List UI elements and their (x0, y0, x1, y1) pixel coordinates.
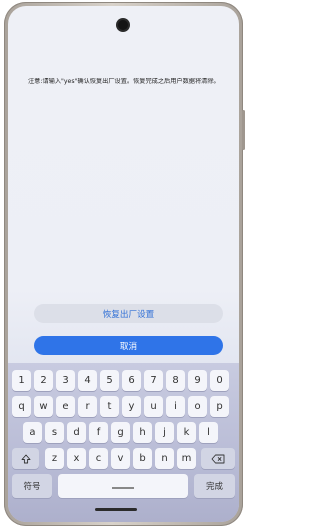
front-camera (118, 20, 128, 30)
done-key[interactable]: 完成 (194, 474, 235, 498)
shift-key[interactable] (12, 448, 39, 469)
qwerty-row: q w e r t y u i o p (8, 396, 239, 417)
key-n[interactable]: n (155, 448, 174, 469)
key-h[interactable]: h (133, 422, 152, 443)
phone-frame: 注意:请输入"yes"确认恢复出厂设置。恢复完成之后用户数据将清除。 恢复出厂设… (4, 2, 245, 526)
symbols-key[interactable]: 符号 (12, 474, 52, 498)
backspace-key[interactable] (201, 448, 235, 469)
key-k[interactable]: k (177, 422, 196, 443)
key-r[interactable]: r (78, 396, 97, 417)
reset-notice: 注意:请输入"yes"确认恢复出厂设置。恢复完成之后用户数据将清除。 (28, 78, 220, 85)
key-s[interactable]: s (45, 422, 64, 443)
key-6[interactable]: 6 (122, 370, 141, 391)
key-e[interactable]: e (56, 396, 75, 417)
key-w[interactable]: w (34, 396, 53, 417)
factory-reset-button[interactable]: 恢复出厂设置 (34, 304, 223, 323)
shift-icon (21, 454, 31, 464)
power-button (242, 110, 245, 150)
key-9[interactable]: 9 (188, 370, 207, 391)
key-p[interactable]: p (210, 396, 229, 417)
key-o[interactable]: o (188, 396, 207, 417)
key-v[interactable]: v (111, 448, 130, 469)
cancel-button[interactable]: 取消 (34, 336, 223, 355)
key-u[interactable]: u (144, 396, 163, 417)
key-2[interactable]: 2 (34, 370, 53, 391)
key-x[interactable]: x (67, 448, 86, 469)
key-5[interactable]: 5 (100, 370, 119, 391)
home-indicator[interactable] (95, 508, 137, 511)
key-1[interactable]: 1 (12, 370, 31, 391)
key-t[interactable]: t (100, 396, 119, 417)
bottom-row: 符号 完成 (8, 474, 239, 498)
key-y[interactable]: y (122, 396, 141, 417)
asdf-row: a s d f g h j k l (8, 422, 239, 443)
zxcv-row: z x c v b n m (8, 448, 239, 469)
key-q[interactable]: q (12, 396, 31, 417)
key-l[interactable]: l (199, 422, 218, 443)
key-c[interactable]: c (89, 448, 108, 469)
key-g[interactable]: g (111, 422, 130, 443)
number-row: 1 2 3 4 5 6 7 8 9 0 (8, 370, 239, 391)
key-i[interactable]: i (166, 396, 185, 417)
key-z[interactable]: z (45, 448, 64, 469)
key-8[interactable]: 8 (166, 370, 185, 391)
screen: 注意:请输入"yes"确认恢复出厂设置。恢复完成之后用户数据将清除。 恢复出厂设… (8, 6, 239, 522)
key-a[interactable]: a (23, 422, 42, 443)
space-icon (112, 487, 134, 489)
key-b[interactable]: b (133, 448, 152, 469)
key-j[interactable]: j (155, 422, 174, 443)
backspace-icon (211, 454, 225, 464)
key-3[interactable]: 3 (56, 370, 75, 391)
keyboard: 1 2 3 4 5 6 7 8 9 0 q w e r t y u i o p … (8, 363, 239, 522)
key-d[interactable]: d (67, 422, 86, 443)
space-key[interactable] (58, 474, 188, 498)
key-7[interactable]: 7 (144, 370, 163, 391)
key-0[interactable]: 0 (210, 370, 229, 391)
key-f[interactable]: f (89, 422, 108, 443)
key-4[interactable]: 4 (78, 370, 97, 391)
key-m[interactable]: m (177, 448, 196, 469)
